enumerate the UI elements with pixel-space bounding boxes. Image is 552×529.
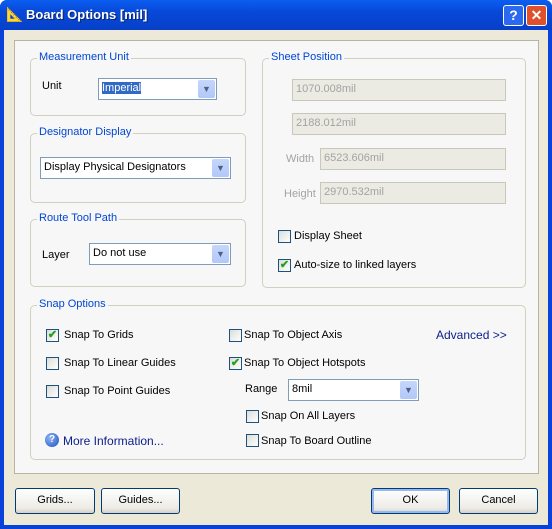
width-label: Width — [286, 153, 315, 165]
height-field[interactable]: 2970.532mil — [320, 182, 506, 204]
ok-button[interactable]: OK — [371, 488, 450, 514]
display-sheet-label: Display Sheet — [294, 230, 362, 242]
x-field[interactable]: 1070.008mil — [292, 79, 506, 101]
designator-display-label: Designator Display — [37, 126, 134, 138]
layer-select[interactable]: Do not use ▼ — [89, 243, 231, 265]
snap-to-grids-checkbox[interactable]: ✔ — [46, 329, 59, 342]
close-button[interactable]: ✕ — [526, 5, 547, 26]
height-label: Height — [284, 188, 316, 200]
route-tool-path-label: Route Tool Path — [37, 212, 120, 224]
snap-on-all-layers-label: Snap On All Layers — [261, 410, 356, 422]
layer-label: Layer — [42, 249, 70, 261]
snap-to-linear-guides-label: Snap To Linear Guides — [64, 357, 176, 369]
range-label: Range — [245, 383, 278, 395]
chevron-down-icon[interactable]: ▼ — [400, 381, 417, 399]
auto-size-checkbox[interactable]: ✔ — [278, 259, 291, 272]
snap-to-board-outline-checkbox[interactable] — [246, 434, 259, 447]
snap-to-point-guides-checkbox[interactable] — [46, 385, 59, 398]
window-title: Board Options [mil] — [26, 7, 148, 22]
snap-to-object-hotspots-checkbox[interactable]: ✔ — [229, 357, 242, 370]
snap-to-linear-guides-checkbox[interactable] — [46, 357, 59, 370]
board-options-icon: 📐 — [6, 6, 24, 22]
snap-options-label: Snap Options — [37, 298, 108, 310]
y-field[interactable]: 2188.012mil — [292, 113, 506, 135]
designator-value: Display Physical Designators — [44, 161, 186, 173]
guides-button[interactable]: Guides... — [101, 488, 180, 514]
unit-select[interactable]: Imperial ▼ — [98, 78, 217, 100]
help-info-icon: ? — [45, 433, 59, 447]
measurement-unit-label: Measurement Unit — [37, 51, 131, 63]
range-value: 8mil — [292, 383, 313, 395]
help-button[interactable]: ? — [503, 5, 524, 26]
snap-to-point-guides-label: Snap To Point Guides — [64, 385, 171, 397]
chevron-down-icon[interactable]: ▼ — [212, 245, 229, 263]
unit-value: Imperial — [102, 82, 142, 94]
snap-to-object-hotspots-label: Snap To Object Hotspots — [244, 357, 366, 369]
chevron-down-icon[interactable]: ▼ — [212, 159, 229, 177]
display-sheet-checkbox[interactable] — [278, 230, 291, 243]
advanced-link[interactable]: Advanced >> — [436, 328, 507, 342]
cancel-button[interactable]: Cancel — [459, 488, 538, 514]
chevron-down-icon[interactable]: ▼ — [198, 80, 215, 98]
snap-to-object-axis-label: Snap To Object Axis — [244, 329, 343, 341]
unit-label: Unit — [42, 80, 62, 92]
snap-to-grids-label: Snap To Grids — [64, 329, 134, 341]
snap-to-object-axis-checkbox[interactable] — [229, 329, 242, 342]
auto-size-label: Auto-size to linked layers — [294, 259, 417, 271]
width-field[interactable]: 6523.606mil — [320, 148, 506, 170]
snap-on-all-layers-checkbox[interactable] — [246, 410, 259, 423]
range-select[interactable]: 8mil ▼ — [288, 379, 419, 401]
title-bar[interactable]: 📐 Board Options [mil] ? ✕ — [0, 0, 552, 30]
more-information-link[interactable]: More Information... — [63, 434, 164, 448]
snap-to-board-outline-label: Snap To Board Outline — [261, 435, 372, 447]
layer-value: Do not use — [93, 247, 147, 259]
designator-select[interactable]: Display Physical Designators ▼ — [40, 157, 231, 179]
sheet-position-label: Sheet Position — [269, 51, 344, 63]
grids-button[interactable]: Grids... — [15, 488, 95, 514]
